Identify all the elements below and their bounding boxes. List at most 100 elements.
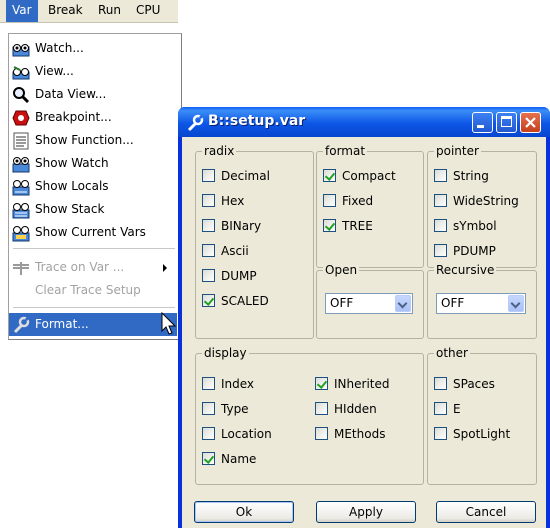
menu-break[interactable]: Break [42,0,89,22]
checkbox-box [315,402,328,415]
checkbox-label: Fixed [342,194,374,208]
breakpoint-icon [12,110,30,126]
checkbox-box [434,402,447,415]
checkbox-label: HIdden [334,402,377,416]
menu-item-label: Data View... [35,87,107,101]
checkbox-box [202,219,215,232]
menu-var[interactable]: Var [6,0,38,22]
minimize-button[interactable] [472,112,493,133]
recursive-select-value: OFF [441,296,465,310]
minimize-icon [477,125,484,128]
menu-item-show-locals[interactable]: Show Locals [9,175,177,198]
format-group-title: format [323,144,368,158]
menu-item-label: Show Locals [35,179,109,193]
checkbox-label: Hex [221,194,245,208]
open-select-value: OFF [330,296,354,310]
menu-item-label: Trace on Var ... [35,260,125,274]
checkbox-label: WideString [453,194,519,208]
checkbox-label: TREE [342,219,373,233]
menu-item-trace-on-var[interactable]: Trace on Var ... [9,256,177,279]
menu-item-label: Format... [35,317,89,331]
radix-group-title: radix [202,144,237,158]
menu-item-show-function[interactable]: Show Function... [9,129,177,152]
menu-cpu[interactable]: CPU [130,0,166,22]
mouse-cursor-icon [161,312,177,335]
menu-item-data-view[interactable]: Data View... [9,83,177,106]
chevron-down-icon[interactable] [395,295,411,312]
menu-item-show-current-vars[interactable]: Show Current Vars [9,221,177,244]
checkbox-box [434,377,447,390]
chevron-down-icon[interactable] [508,295,524,312]
recursive-select[interactable]: OFF [436,293,526,314]
checkbox-label: INherited [334,377,390,391]
menu-item-show-watch[interactable]: Show Watch [9,152,177,175]
dialog-title: B::setup.var [208,113,306,129]
locals-icon [12,180,30,196]
checkbox-label: Type [221,402,249,416]
ok-button[interactable]: Ok [194,501,294,523]
checkbox-label: sYmbol [453,219,497,233]
trace-icon [13,262,29,275]
checkbox-box [323,194,336,207]
radix-group: radix Decimal Hex BINary Ascii DUMP SCAL… [195,144,314,339]
checkbox-box [202,377,215,390]
maximize-button[interactable] [496,112,517,133]
menu-item-label: Watch... [35,41,84,55]
checkbox-label: Compact [342,169,396,183]
close-button[interactable] [520,112,541,133]
checkbox-box [315,427,328,440]
menu-item-label: Clear Trace Setup [35,283,141,297]
checkbox-label: BINary [221,219,262,233]
checkbox-label: SPaces [453,377,495,391]
cancel-button[interactable]: Cancel [436,501,536,523]
checkbox-label: MEthods [334,427,386,441]
pointer-group: pointer String WideString sYmbol PDUMP [427,144,537,268]
menu-item-format[interactable]: Format... [9,313,177,336]
apply-button[interactable]: Apply [316,501,416,523]
menu-separator [13,248,175,249]
watch-icon [12,44,30,57]
checkbox-label: Ascii [221,244,249,258]
menu-item-watch[interactable]: Watch... [9,37,177,60]
checkbox-label: PDUMP [453,244,496,258]
submenu-arrow-icon [163,264,167,272]
menu-item-view[interactable]: View... [9,60,177,83]
checkbox-box [434,244,447,257]
checkbox-label: Decimal [221,169,270,183]
open-group-title: Open [323,263,360,277]
format-group: format Compact Fixed TREE [316,144,424,268]
menu-item-label: Breakpoint... [35,110,112,124]
checkbox-box [202,244,215,257]
dialog-titlebar[interactable]: B::setup.var [178,107,550,137]
checkbox-label: E [453,402,461,416]
view-icon [12,66,30,80]
checkbox-label: SpotLight [453,427,511,441]
checkbox-box [434,219,447,232]
checkbox-box [202,294,215,307]
checkbox-box [434,169,447,182]
open-select[interactable]: OFF [325,293,413,314]
checkbox-box [202,402,215,415]
menu-bar: Var Break Run CPU [0,0,178,23]
checkbox-box [315,377,328,390]
checkbox-box [434,427,447,440]
checkbox-label: String [453,169,489,183]
display-group-title: display [202,346,249,360]
recursive-group: Recursive OFF [427,263,537,339]
menu-item-clear-trace-setup[interactable]: Clear Trace Setup [9,279,177,302]
menu-run[interactable]: Run [92,0,127,22]
checkbox-box [202,427,215,440]
pointer-group-title: pointer [434,144,481,158]
dialog-client-area: radix Decimal Hex BINary Ascii DUMP SCAL… [182,137,546,528]
maximize-icon [501,116,512,127]
menu-item-breakpoint[interactable]: Breakpoint... [9,106,177,129]
vars-icon [12,226,30,242]
display-group: display Index Type Location Name INherit… [195,346,424,485]
open-group: Open OFF [316,263,424,339]
menu-item-label: Show Watch [35,156,109,170]
menu-item-label: Show Current Vars [35,225,146,239]
menu-item-label: View... [35,64,74,78]
watch-icon [12,157,30,173]
checkbox-box [323,169,336,182]
menu-item-show-stack[interactable]: Show Stack [9,198,177,221]
